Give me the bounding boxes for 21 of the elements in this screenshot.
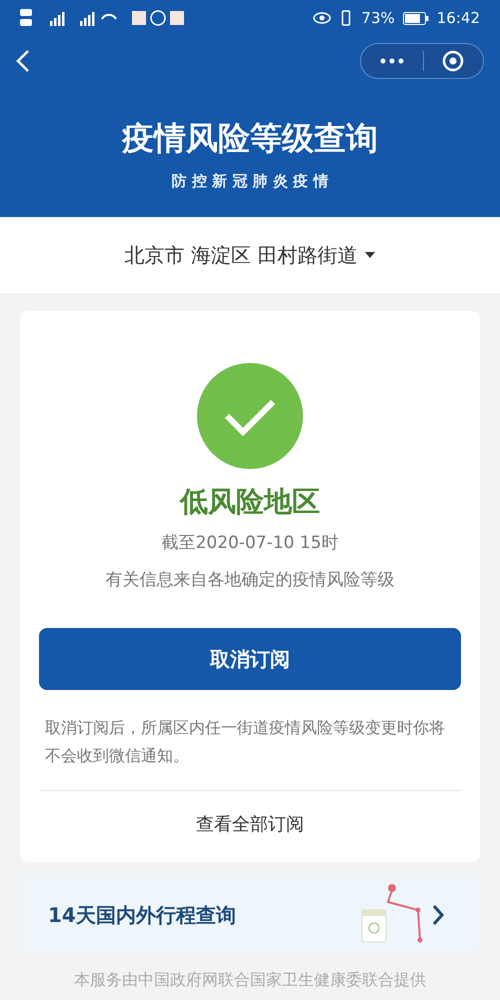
view-all-link[interactable]: 查看全部订阅 (196, 810, 304, 838)
unsubscribe-notice: 取消订阅后，所属区内任一街道疫情风险等级变更时你将不会收到微信通知。 (45, 716, 446, 766)
risk-level: 低风险地区 (180, 484, 320, 520)
location-selector[interactable]: 北京市 海淀区 田村路街道 (0, 216, 500, 292)
capsule-menu[interactable] (360, 43, 484, 79)
vibrate-icon (339, 10, 354, 26)
source-note: 有关信息来自各地确定的疫情风险等级 (106, 569, 394, 592)
eye-icon (313, 11, 332, 25)
unsubscribe-button[interactable]: 取消订阅 (39, 628, 461, 690)
page-subtitle: 防 控 新 冠 肺 炎 疫 情 (172, 171, 328, 192)
trip-card[interactable]: 14天国内外行程查询 (20, 878, 480, 952)
update-time: 截至2020-07-10 15时 (162, 532, 338, 554)
clock: 16:42 (436, 8, 480, 29)
back-icon[interactable] (16, 49, 30, 73)
caret-icon (365, 252, 376, 258)
more-icon[interactable] (380, 58, 404, 64)
footer-note: 本服务由中国政府网联合国家卫生健康委联合提供 (73, 969, 427, 991)
battery-icon (402, 12, 429, 24)
battery-percent: 73% (361, 8, 395, 29)
check-circle-icon (197, 362, 303, 468)
page-title: 疫情风险等级查询 (122, 118, 378, 159)
